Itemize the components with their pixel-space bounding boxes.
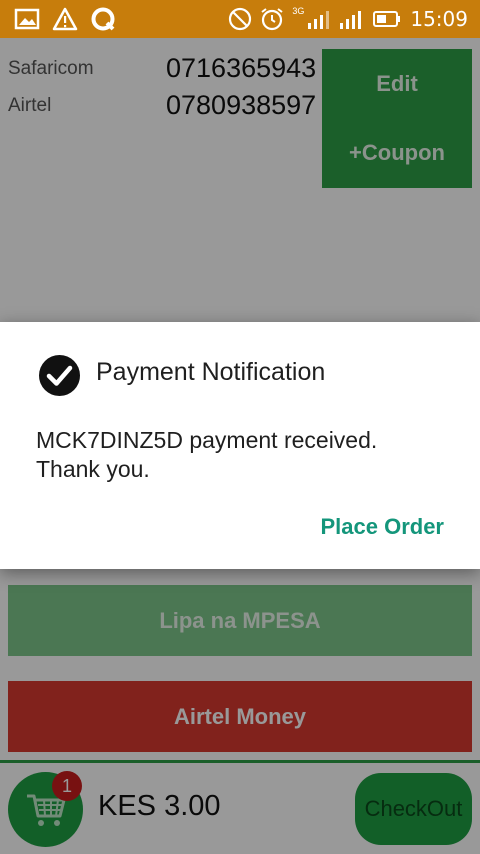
- circle-app-icon: [91, 7, 115, 31]
- battery-icon: [373, 11, 401, 27]
- image-icon: [14, 8, 40, 30]
- payment-notification-dialog: Payment Notification MCK7DINZ5D payment …: [0, 322, 480, 569]
- dialog-title: Payment Notification: [96, 358, 326, 386]
- status-left-icons: [0, 6, 116, 32]
- warning-icon: [52, 7, 78, 31]
- network-type-label: 3G: [292, 6, 305, 16]
- alarm-icon: [261, 8, 283, 31]
- signal-icon: [340, 11, 362, 29]
- signal-icon: [308, 11, 330, 29]
- dialog-message: MCK7DINZ5D payment received. Thank you.: [36, 426, 456, 484]
- status-time: 15:09: [410, 7, 468, 31]
- status-right-icons: 3G 15:09: [228, 6, 480, 31]
- place-order-button[interactable]: Place Order: [320, 514, 444, 540]
- status-bar: 3G 15:09: [0, 0, 480, 38]
- check-circle-icon: [39, 355, 80, 396]
- do-not-disturb-icon: [229, 7, 252, 31]
- dialog-message-line: MCK7DINZ5D payment received.: [36, 427, 378, 453]
- dialog-message-line: Thank you.: [36, 456, 150, 482]
